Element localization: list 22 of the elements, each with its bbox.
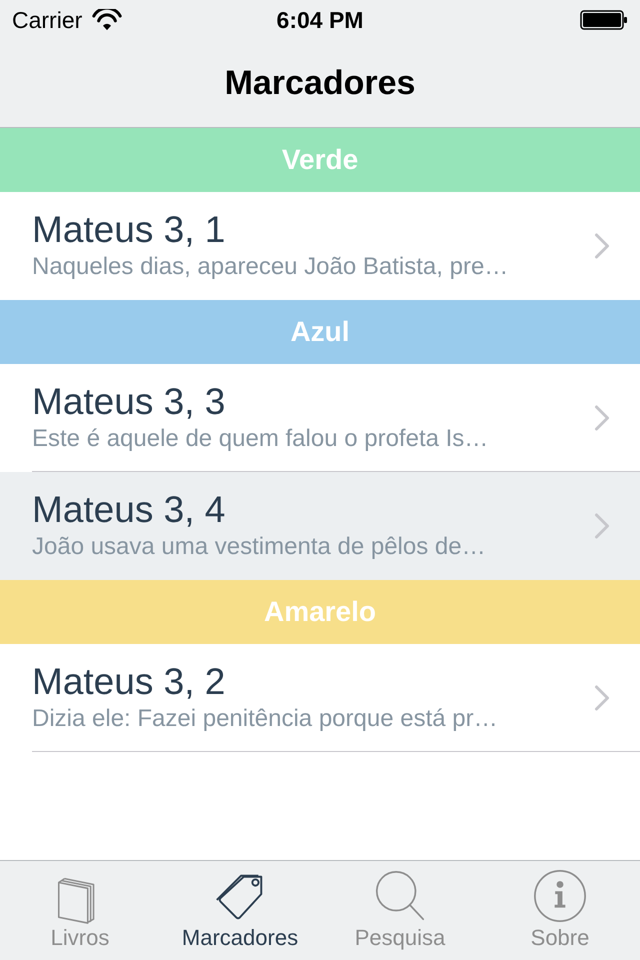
bookmark-reference: Mateus 3, 1 [32,210,226,251]
wifi-icon [92,9,122,31]
section-header: Amarelo [0,580,640,644]
bookmark-reference: Mateus 3, 3 [32,382,226,423]
chevron-icon [594,233,610,259]
carrier-name: Carrier [12,6,82,35]
section-header: Verde [0,128,640,192]
bookmark-excerpt: Dizia ele: Fazei penitência porque está pr… [32,704,498,734]
screen-title: Marcadores [224,63,416,104]
bookmark-excerpt: Este é aquele de quem falou o profeta Is… [32,424,488,454]
bookmark-row[interactable]: Mateus 3, 4 João usava uma vestimenta de pêlos de… [0,472,640,580]
tab-bar-item[interactable]: Marcadores [160,861,320,960]
chevron-icon [594,513,610,539]
bookmark-reference: Mateus 3, 4 [32,490,226,531]
section-header: Azul [0,300,640,364]
bookmark-excerpt: João usava uma vestimenta de pêlos de… [32,532,486,562]
bookmark-excerpt: Naqueles dias, apareceu João Batista, pre… [32,252,508,282]
bookmark-reference: Mateus 3, 2 [32,662,226,703]
status-time: 6:04 PM [276,6,364,35]
chevron-icon [594,405,610,431]
chevron-icon [594,685,610,711]
battery-icon [580,10,628,30]
